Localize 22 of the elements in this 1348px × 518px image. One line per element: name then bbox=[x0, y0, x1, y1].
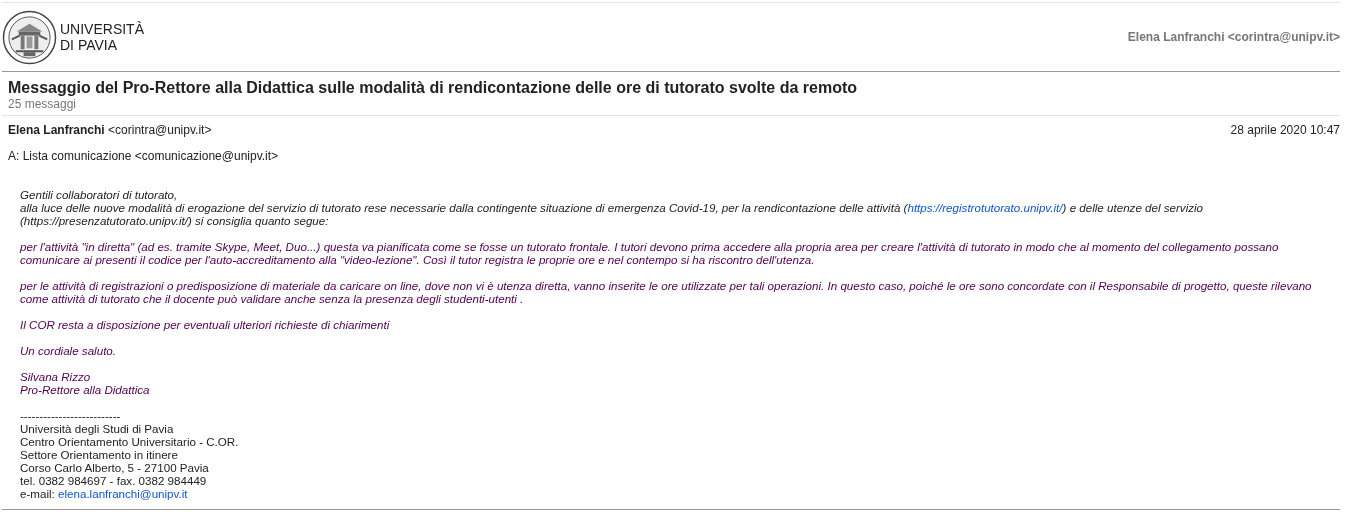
account-name: Elena Lanfranchi <corintra@unipv.it> bbox=[1127, 30, 1340, 44]
message-paragraph: per le attività di registrazioni o predisposizione di materiale da caricare on line, dove non vi è utenza diretta, vanno inserite le ore utilizzate per tali operazioni. In questo caso, poiché le ore sono concordate con il Responsabile di progetto, queste rilevano come attività di tutorato che il docente può validare anche senza la presenza degli studenti-utenti . bbox=[20, 279, 1313, 305]
thread-subject: Messaggio del Pro-Rettore alla Didattica sulle modalità di rendicontazione delle ore di tutorato svolte da remoto bbox=[8, 79, 859, 97]
message-paragraph: Il COR resta a disposizione per eventuali ulteriori richieste di chiarimenti bbox=[20, 318, 391, 331]
message-paragraph: Silvana Rizzo Pro-Rettore alla Didattica bbox=[20, 370, 151, 396]
signature-line: tel. 0382 984697 - fax. 0382 984449 bbox=[20, 474, 208, 487]
email-link[interactable]: elena.lanfranchi@unipv.it bbox=[58, 487, 188, 500]
recipient: A: Lista comunicazione <comunicazione@unipv.it> bbox=[8, 149, 280, 163]
message-paragraph: Un cordiale saluto. bbox=[20, 344, 118, 357]
signature-line: -------------------------- bbox=[20, 409, 122, 422]
message-count: 25 messaggi bbox=[8, 97, 78, 111]
signature-line: e-mail: bbox=[20, 487, 56, 500]
link[interactable]: https://registrotutorato.unipv.it/ bbox=[907, 201, 1063, 214]
message-paragraph: Gentili collaboratori di tutorato, alla luce delle nuove modalità di erogazione del servizio di tutorato rese necessarie dalla contingente situazione di emergenza Covid-19, per la rendicontazione delle attività (https://registrotutorato.unipv.it/) e delle utenze del servizio (https://presenzatutorato.unipv.it/) si consiglia quanto segue: bbox=[20, 188, 1205, 227]
signature-line: Settore Orientamento in itinere bbox=[20, 448, 179, 461]
university-logo-text: UNIVERSITÀ DI PAVIA bbox=[60, 21, 144, 53]
message-date: 28 aprile 2020 10:47 bbox=[1230, 123, 1340, 137]
signature-line: Corso Carlo Alberto, 5 - 27100 Pavia bbox=[20, 461, 210, 474]
signature-line: Università degli Studi di Pavia bbox=[20, 422, 175, 435]
message-paragraph: per l'attività "in diretta" (ad es. tramite Skype, Meet, Duo...) questa va pianificata come se fosse un tutorato frontale. I tutori devono prima accedere alla propria area per creare l'attività di tutorato in modo che al momento del collegamento possano comunicare ai presenti il codice per l'auto-accreditamento alla "video-lezione". Così il tutor registra le proprie ore e nel contempo si ha riscontro dell'utenza. bbox=[20, 240, 1280, 266]
signature-line: Centro Orientamento Universitario - C.OR. bbox=[20, 435, 240, 448]
sender: Elena Lanfranchi <corintra@unipv.it> bbox=[8, 123, 212, 137]
